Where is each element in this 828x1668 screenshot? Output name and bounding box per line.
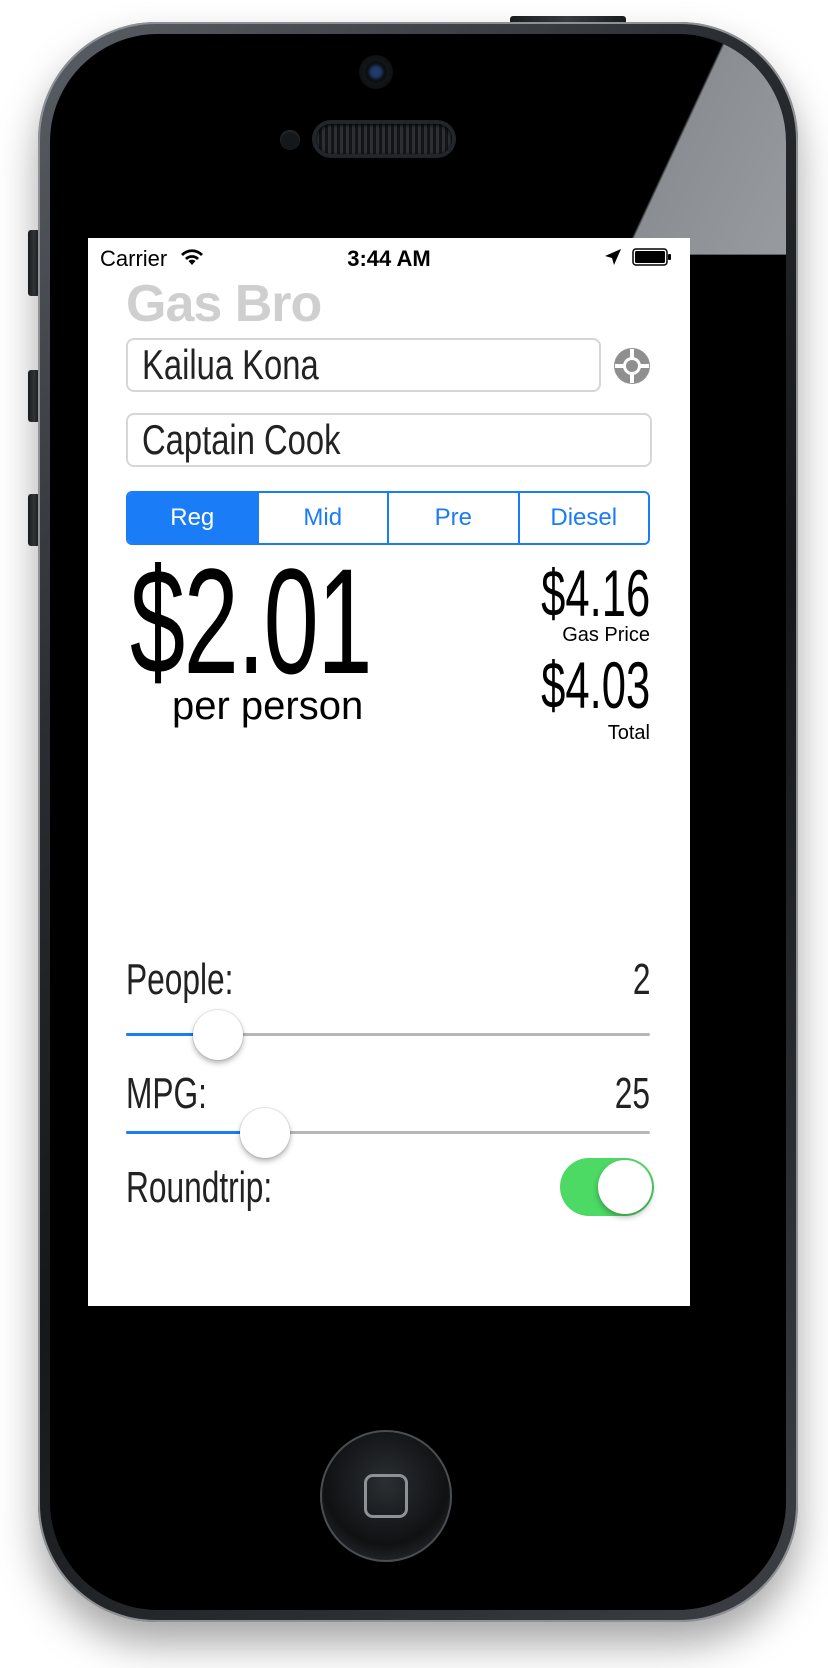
segment-reg[interactable]: Reg [128,493,257,543]
home-square-icon [364,1474,408,1518]
from-location-value: Kailua Kona [142,341,319,388]
segment-mid[interactable]: Mid [256,493,387,543]
battery-full-icon [632,248,671,266]
roundtrip-label: Roundtrip: [126,1163,273,1212]
segment-pre[interactable]: Pre [387,493,518,543]
mpg-slider[interactable] [126,1108,650,1158]
location-arrow-icon [605,249,621,265]
from-location-field[interactable]: Kailua Kona [126,338,601,392]
status-bar: Carrier 3:44 AM [88,238,690,278]
to-location-value: Captain Cook [142,416,341,463]
people-slider-thumb[interactable] [192,1010,243,1060]
crosshair-locate-icon[interactable] [612,346,652,386]
roundtrip-toggle[interactable] [560,1158,654,1216]
app-screen: Carrier 3:44 AM Gas Bro Kailua Kona Capt… [88,238,690,1306]
to-location-field[interactable]: Captain Cook [126,413,652,467]
status-time: 3:44 AM [347,246,431,271]
total-label: Total [607,722,650,744]
gas-price-label: Gas Price [562,624,650,646]
earpiece-speaker [316,124,452,154]
proximity-sensor [280,130,300,150]
per-person-label: per person [172,684,364,728]
mpg-slider-thumb[interactable] [239,1108,290,1158]
total-amount: $4.03 [540,648,650,722]
segment-diesel[interactable]: Diesel [517,493,648,543]
roundtrip-toggle-knob [598,1160,652,1214]
people-label: People: [126,955,234,1004]
home-button[interactable] [320,1430,452,1562]
gas-price-amount: $4.16 [540,556,650,630]
app-title: Gas Bro [126,275,322,333]
per-person-amount: $2.01 [130,537,372,705]
people-value: 2 [632,955,650,1004]
people-slider[interactable] [126,1010,650,1060]
front-camera [362,58,390,86]
